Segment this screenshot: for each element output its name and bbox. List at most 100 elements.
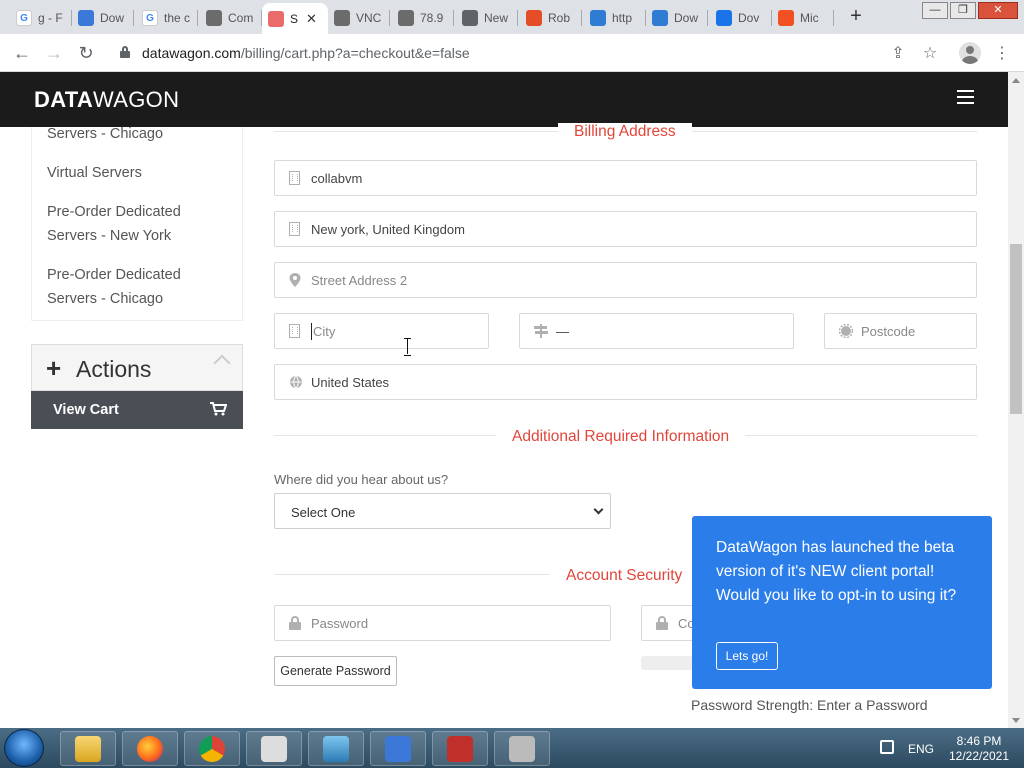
- collabvm-icon: [398, 10, 414, 26]
- address-bar[interactable]: datawagon.com/billing/cart.php?a=checkou…: [110, 39, 950, 67]
- address1-field[interactable]: New york, United Kingdom: [274, 211, 977, 247]
- installer-taskbar-icon[interactable]: [494, 731, 550, 766]
- password-placeholder: Password: [311, 616, 369, 631]
- forward-icon[interactable]: →: [42, 42, 66, 64]
- cart-icon: [210, 402, 227, 416]
- city-placeholder: City: [313, 324, 336, 339]
- tab-separator: [197, 10, 198, 26]
- windows-taskbar: ENG 8:46 PM 12/22/2021: [0, 728, 1024, 768]
- billing-address-heading: Billing Address: [558, 123, 692, 141]
- tab-5[interactable]: VNC: [328, 4, 388, 32]
- tab-12[interactable]: Mic: [772, 4, 832, 32]
- app-taskbar-icon[interactable]: [246, 731, 302, 766]
- google-icon: G: [142, 10, 158, 26]
- tab-separator: [389, 10, 390, 26]
- maximize-button[interactable]: ❐: [950, 2, 976, 19]
- text-caret: [311, 323, 312, 340]
- address1-value: New york, United Kingdom: [311, 222, 465, 237]
- password-strength-text: Password Strength: Enter a Password: [691, 697, 928, 713]
- plus-icon: +: [46, 353, 62, 383]
- referral-select[interactable]: Select One: [274, 493, 611, 529]
- tab-4[interactable]: S ✕: [262, 3, 328, 34]
- building-icon: [289, 324, 301, 338]
- tab-separator: [453, 10, 454, 26]
- datawagon-logo[interactable]: DATAWAGON: [34, 87, 179, 113]
- scroll-up-arrow-icon[interactable]: [1012, 78, 1020, 83]
- language-indicator[interactable]: ENG: [908, 742, 934, 756]
- city-field[interactable]: City: [274, 313, 489, 349]
- generate-password-button[interactable]: Generate Password: [274, 656, 397, 686]
- company-value: collabvm: [311, 171, 363, 186]
- country-select[interactable]: United States: [274, 364, 977, 400]
- control-panel-taskbar-icon[interactable]: [308, 731, 364, 766]
- client-portal-popup: DataWagon has launched the beta version …: [692, 516, 992, 689]
- toolbox-taskbar-icon[interactable]: [432, 731, 488, 766]
- state-field[interactable]: —: [519, 313, 794, 349]
- tab-title: S: [290, 11, 299, 26]
- tab-6[interactable]: 78.9: [392, 4, 452, 32]
- password-field[interactable]: Password: [274, 605, 611, 641]
- tab-title: New: [484, 11, 509, 25]
- start-button[interactable]: [4, 729, 44, 767]
- map-marker-icon: [289, 273, 301, 287]
- clock-date: 12/22/2021: [948, 749, 1010, 763]
- clock[interactable]: 8:46 PM 12/22/2021: [946, 734, 1012, 764]
- postcode-field[interactable]: Postcode: [824, 313, 977, 349]
- view-cart-label: View Cart: [53, 402, 119, 418]
- company-field[interactable]: collabvm: [274, 160, 977, 196]
- close-tab-icon[interactable]: ✕: [306, 11, 317, 27]
- lets-go-button[interactable]: Lets go!: [716, 642, 778, 670]
- view-cart-button[interactable]: View Cart: [31, 391, 243, 429]
- sidebar-item-preorder-chicago[interactable]: Pre-Order Dedicated Servers - Chicago: [47, 263, 227, 311]
- tab-11[interactable]: Dov: [710, 4, 770, 32]
- chevron-up-icon[interactable]: [213, 354, 231, 372]
- chrome-taskbar-icon[interactable]: [184, 731, 240, 766]
- tab-title: http: [612, 11, 633, 25]
- tab-title: Rob: [548, 11, 571, 25]
- tab-1[interactable]: Dow: [72, 4, 132, 32]
- scrollbar-thumb[interactable]: [1010, 244, 1022, 414]
- cog-icon: [838, 323, 854, 339]
- lock-icon[interactable]: [120, 46, 130, 58]
- tab-title: Dov: [738, 11, 760, 25]
- back-icon[interactable]: ←: [10, 42, 34, 64]
- star-icon[interactable]: ☆: [920, 43, 940, 63]
- url-text[interactable]: datawagon.com/billing/cart.php?a=checkou…: [142, 45, 470, 61]
- postcode-placeholder: Postcode: [861, 324, 916, 339]
- close-window-button[interactable]: ✕: [978, 2, 1018, 19]
- sidebar-item-servers-chicago[interactable]: Servers - Chicago: [47, 122, 163, 146]
- new-tab-button[interactable]: +: [845, 6, 867, 28]
- referral-select-value: Select One: [291, 505, 356, 520]
- sidebar-category-list: Servers - Chicago Virtual Servers Pre-Or…: [31, 126, 243, 321]
- address2-field[interactable]: Street Address 2: [274, 262, 977, 298]
- tab-3[interactable]: Com: [200, 4, 260, 32]
- actions-header[interactable]: + Actions: [31, 344, 243, 391]
- vs-code-taskbar-icon[interactable]: [370, 731, 426, 766]
- explorer-taskbar-icon[interactable]: [60, 731, 116, 766]
- tab-0[interactable]: Gg - F: [10, 4, 70, 32]
- firefox-taskbar-icon[interactable]: [122, 731, 178, 766]
- tab-separator: [133, 10, 134, 26]
- menu-dots-icon[interactable]: ⋮: [992, 43, 1012, 63]
- tab-10[interactable]: Dow: [646, 4, 706, 32]
- additional-info-heading: Additional Required Information: [496, 428, 746, 446]
- sidebar-item-preorder-new-york[interactable]: Pre-Order Dedicated Servers - New York: [47, 200, 227, 248]
- tab-2[interactable]: Gthe c: [136, 4, 196, 32]
- collabvm-icon: [206, 10, 222, 26]
- building-icon: [289, 171, 301, 185]
- minimize-button[interactable]: —: [922, 2, 948, 19]
- actions-title: Actions: [76, 356, 152, 382]
- tab-8[interactable]: Rob: [520, 4, 580, 32]
- tab-title: Mic: [800, 11, 819, 25]
- tab-title: Dow: [674, 11, 699, 25]
- reload-icon[interactable]: ↻: [74, 42, 98, 64]
- profile-avatar[interactable]: [959, 42, 981, 64]
- share-icon[interactable]: ⇪: [888, 43, 908, 63]
- network-icon[interactable]: [880, 740, 894, 754]
- page-scrollbar[interactable]: [1008, 72, 1024, 728]
- scroll-down-arrow-icon[interactable]: [1012, 718, 1020, 723]
- tab-9[interactable]: http: [584, 4, 644, 32]
- sidebar-item-virtual-servers[interactable]: Virtual Servers: [47, 161, 142, 185]
- hamburger-menu-icon[interactable]: [957, 90, 974, 108]
- tab-7[interactable]: New: [456, 4, 516, 32]
